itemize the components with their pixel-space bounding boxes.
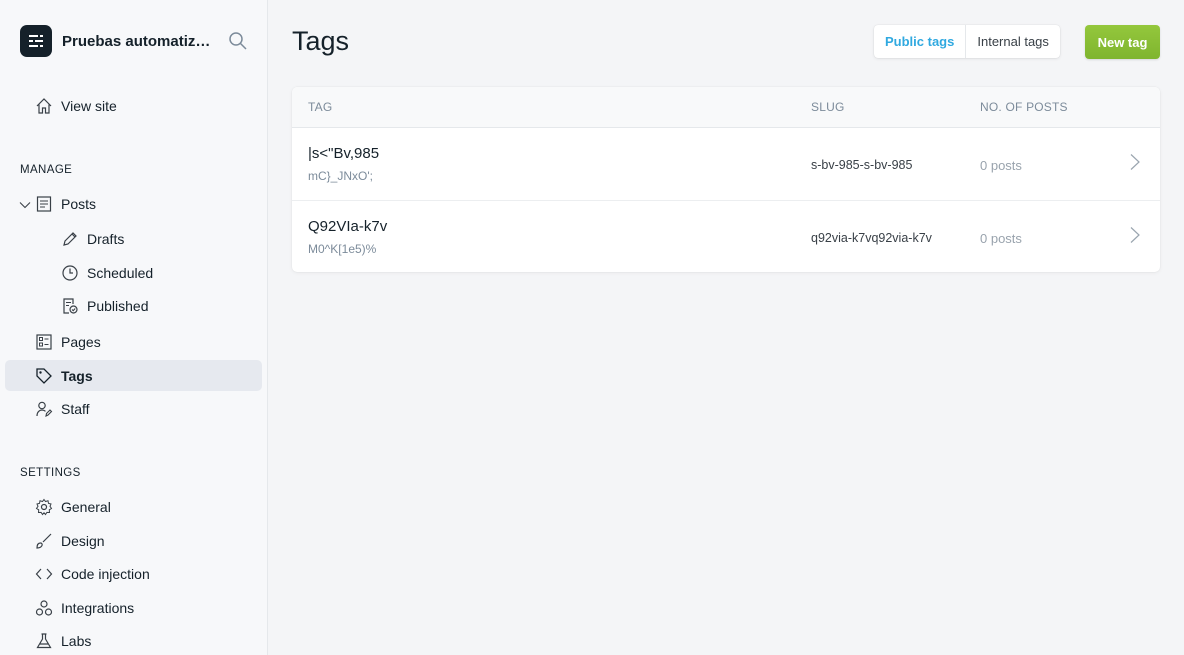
manage-section-title: MANAGE (20, 164, 73, 176)
chevron-right-icon[interactable] (1128, 226, 1142, 244)
sidebar-item-drafts[interactable]: Drafts (5, 223, 262, 254)
pages-icon (35, 333, 53, 351)
flask-icon (35, 632, 53, 650)
brush-icon (35, 532, 53, 550)
sidebar-item-pages[interactable]: Pages (5, 326, 262, 357)
home-icon (35, 97, 53, 115)
tag-post-count[interactable]: 0 posts (980, 231, 1022, 246)
tag-description: M0^K[1e5)% (308, 242, 377, 256)
sidebar-item-published[interactable]: Published (5, 290, 262, 321)
tag-type-tabs: Public tags Internal tags (874, 25, 1060, 58)
sidebar-item-label: Code injection (61, 565, 150, 582)
sidebar-item-scheduled[interactable]: Scheduled (5, 257, 262, 288)
sidebar-item-label: Drafts (87, 230, 125, 247)
settings-section-title: SETTINGS (20, 467, 81, 479)
sidebar-item-label: Integrations (61, 599, 135, 616)
sidebar: Pruebas automatizadas View site MANAGE P… (0, 0, 268, 655)
tags-table: TAG SLUG NO. OF POSTS |s<"Bv,985 mC}_JNx… (292, 87, 1160, 272)
chevron-right-icon[interactable] (1128, 153, 1142, 171)
tag-name[interactable]: |s<"Bv,985 (308, 145, 379, 162)
sidebar-item-label: Scheduled (87, 264, 154, 281)
tag-name[interactable]: Q92VIa-k7v (308, 218, 387, 235)
new-tag-button[interactable]: New tag (1085, 25, 1160, 59)
sidebar-item-design[interactable]: Design (5, 525, 262, 556)
search-icon[interactable] (228, 31, 248, 51)
tag-icon (35, 367, 53, 385)
tab-public-tags[interactable]: Public tags (874, 25, 965, 58)
sidebar-item-posts[interactable]: Posts (5, 188, 262, 219)
sidebar-item-integrations[interactable]: Integrations (5, 592, 262, 623)
site-name: Pruebas automatizadas (62, 32, 217, 50)
sidebar-item-label: Pages (61, 333, 101, 350)
published-icon (61, 297, 79, 315)
tag-slug: q92via-k7vq92via-k7v (811, 231, 932, 245)
tag-slug: s-bv-985-s-bv-985 (811, 158, 913, 172)
sidebar-item-label: Labs (61, 632, 92, 649)
sidebar-item-label: General (61, 498, 111, 515)
code-icon (35, 565, 53, 583)
table-header: TAG SLUG NO. OF POSTS (292, 87, 1160, 128)
table-row[interactable]: Q92VIa-k7v M0^K[1e5)% q92via-k7vq92via-k… (292, 200, 1160, 272)
column-header-tag: TAG (308, 100, 333, 114)
sidebar-item-tags[interactable]: Tags (5, 360, 262, 391)
sidebar-item-label: Design (61, 532, 105, 549)
sidebar-item-labs[interactable]: Labs (5, 625, 262, 655)
posts-icon (35, 195, 53, 213)
table-row[interactable]: |s<"Bv,985 mC}_JNxO'; s-bv-985-s-bv-985 … (292, 128, 1160, 200)
sidebar-item-staff[interactable]: Staff (5, 393, 262, 424)
pencil-icon (61, 230, 79, 248)
tag-post-count[interactable]: 0 posts (980, 158, 1022, 173)
tab-internal-tags[interactable]: Internal tags (965, 25, 1060, 58)
ghost-logo-icon (20, 25, 52, 57)
chevron-down-icon[interactable] (19, 198, 31, 210)
column-header-posts: NO. OF POSTS (980, 100, 1068, 114)
sidebar-item-code-injection[interactable]: Code injection (5, 558, 262, 589)
sidebar-item-view-site[interactable]: View site (5, 90, 262, 121)
column-header-slug: SLUG (811, 100, 845, 114)
sidebar-item-label: View site (61, 97, 117, 114)
gear-icon (35, 498, 53, 516)
integrations-icon (35, 599, 53, 617)
clock-icon (61, 264, 79, 282)
staff-icon (35, 400, 53, 418)
page-title: Tags (292, 26, 350, 56)
sidebar-item-label: Published (87, 297, 149, 314)
sidebar-item-label: Tags (61, 367, 93, 384)
tag-description: mC}_JNxO'; (308, 169, 373, 183)
sidebar-item-label: Posts (61, 195, 97, 212)
brand[interactable]: Pruebas automatizadas (20, 25, 217, 57)
sidebar-item-label: Staff (61, 400, 90, 417)
sidebar-item-general[interactable]: General (5, 491, 262, 522)
